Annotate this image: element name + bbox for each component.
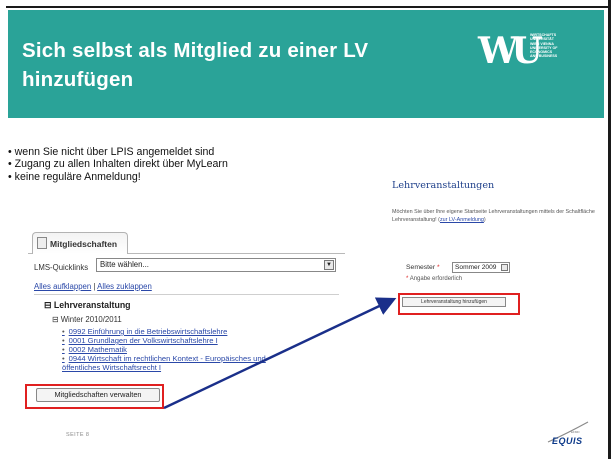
bullet-item: • keine reguläre Anmeldung! — [8, 170, 141, 183]
folder-icon — [37, 237, 47, 249]
semester-select[interactable]: Sommer 2009 — [452, 262, 510, 273]
tab-label: Mitgliedschaften — [50, 239, 118, 249]
quicklinks-select[interactable]: Bitte wählen... ▼ — [96, 258, 336, 272]
link-separator: | — [93, 282, 96, 291]
page-number: SEITE 8 — [66, 432, 90, 438]
panel-tabbar: Mitgliedschaften — [28, 224, 345, 254]
section-header-courses[interactable]: ⊟ Lehrveranstaltung — [44, 300, 131, 311]
course-list: • 0992 Einführung in die Betriebswirtscha… — [62, 327, 342, 372]
equis-text: EQUIS — [552, 436, 583, 446]
bullet-item: • wenn Sie nicht über LPIS angemeldet si… — [8, 146, 215, 158]
wu-logo-text: WIRTSCHAFTS UNIVERSITÄT WIEN VIENNA UNIV… — [530, 33, 585, 59]
highlight-box-add — [398, 293, 520, 315]
courses-panel-title: Lehrveranstaltungen — [392, 180, 495, 191]
chevron-down-icon: ▼ — [324, 260, 334, 270]
course-link[interactable]: • 0992 Einführung in die Betriebswirtscha… — [62, 327, 342, 336]
divider — [34, 294, 339, 295]
quicklinks-label: LMS-Quicklinks — [34, 263, 89, 272]
slide-left-border — [0, 0, 6, 459]
wu-logo-mark: WU — [478, 30, 543, 72]
slide-title: Sich selbst als Mitglied zu einer LV hin… — [22, 39, 369, 91]
term-header[interactable]: ⊟ Winter 2010/2011 — [52, 315, 122, 324]
bullet-list: • wenn Sie nicht über LPIS angemeldet si… — [8, 146, 228, 183]
equis-logo: EFMD EQUIS — [538, 414, 598, 454]
memberships-panel: Mitgliedschaften LMS-Quicklinks Bitte wä… — [28, 224, 345, 409]
course-link-continued[interactable]: öffentliches Wirtschaftsrecht I — [62, 363, 342, 372]
collapse-all-link[interactable]: Alles zuklappen — [97, 282, 152, 291]
bullet-item: • Zugang zu allen Inhalten direkt über M… — [8, 158, 228, 171]
tab-memberships[interactable]: Mitgliedschaften — [32, 232, 128, 254]
expand-all-link[interactable]: Alles aufklappen — [34, 282, 91, 291]
courses-panel-text: Möchten Sie über Ihre eigene Startseite … — [392, 209, 595, 223]
expand-collapse-links: Alles aufklappen | Alles zuklappen — [34, 282, 152, 291]
slide-top-border — [0, 0, 611, 8]
wu-logo: WU WIRTSCHAFTS UNIVERSITÄT WIEN VIENNA U… — [478, 30, 588, 78]
semester-label: Semester * — [406, 264, 440, 271]
course-link[interactable]: • 0001 Grundlagen der Volkswirtschaftsleh… — [62, 336, 342, 345]
required-note: * Angabe erforderlich — [406, 276, 463, 282]
slide: Sich selbst als Mitglied zu einer LV hin… — [0, 0, 611, 459]
highlight-box-manage — [25, 384, 164, 409]
equis-sub: EFMD — [571, 430, 580, 434]
chevron-down-icon — [501, 264, 508, 271]
wu-logo-line: AND BUSINESS — [530, 54, 558, 59]
info-text: Möchten Sie über Ihre eigene Startseite … — [392, 209, 595, 223]
course-link[interactable]: • 0944 Wirtschaft im rechtlichen Kontext … — [62, 354, 342, 363]
course-link[interactable]: • 0002 Mathematik — [62, 345, 342, 354]
semester-value: Sommer 2009 — [455, 264, 497, 271]
quicklinks-value: Bitte wählen... — [100, 260, 149, 269]
course-registration-link[interactable]: zur LV-Anmeldung — [440, 217, 484, 223]
equis-swoosh-icon — [547, 421, 589, 443]
